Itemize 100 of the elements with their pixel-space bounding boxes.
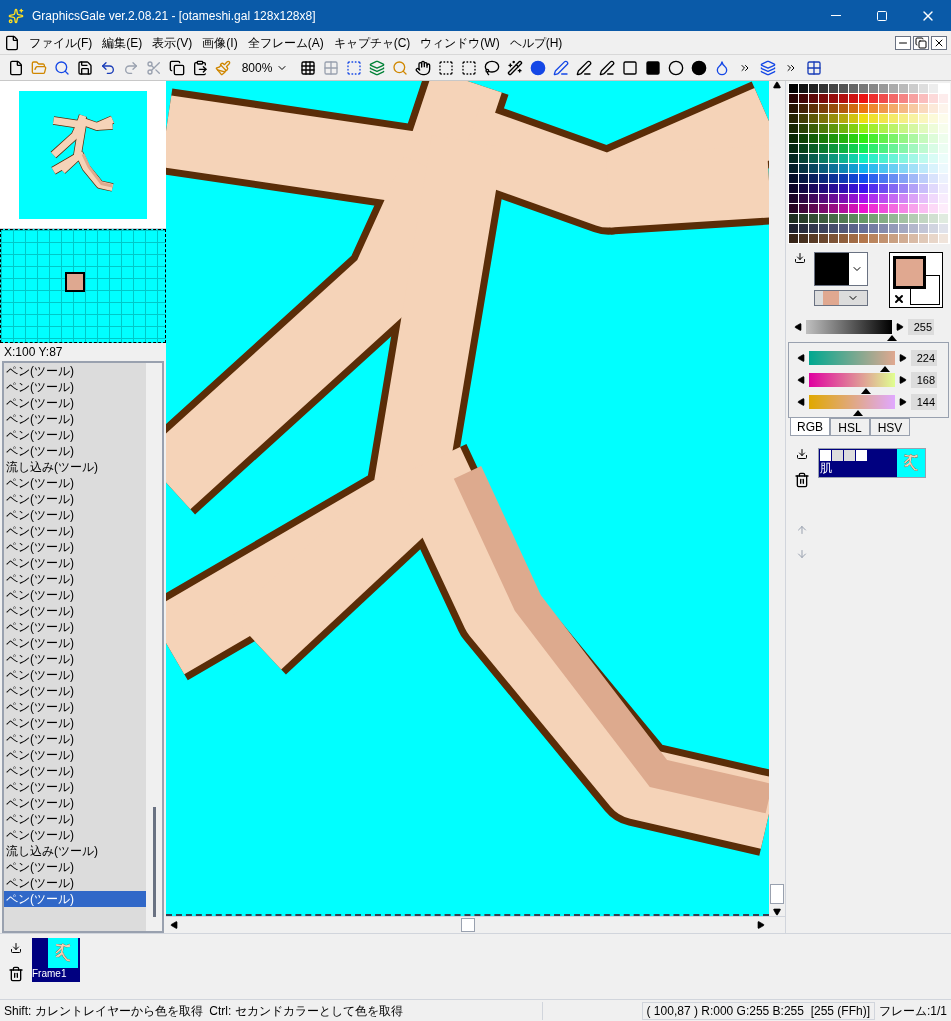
navigator-panel[interactable] (0, 229, 166, 343)
history-item[interactable]: ペン(ツール) (4, 523, 146, 539)
menu-item[interactable]: ウィンドウ(W) (415, 33, 505, 52)
scrollbar[interactable] (146, 363, 162, 931)
right-arrow-icon[interactable] (899, 398, 907, 406)
zoom-icon (391, 59, 408, 76)
pixel-info: ( 100,87 ) R:000 G:255 B:255 [255 (FFh)] (641, 1001, 875, 1020)
menu-item[interactable]: ヘルプ(H) (504, 33, 568, 52)
restore-button[interactable] (913, 35, 929, 50)
color-model-tab[interactable]: HSV (870, 418, 910, 436)
frame-counter: フレーム:1/1 (878, 1002, 948, 1020)
left-arrow-icon[interactable] (797, 398, 805, 406)
left-arrow-icon[interactable] (797, 354, 805, 362)
layer-item[interactable]: 肌 (818, 448, 926, 478)
scroll-thumb[interactable] (460, 918, 475, 932)
scroll-thumb[interactable] (770, 884, 784, 904)
download-icon[interactable] (796, 448, 808, 460)
left-arrow-icon[interactable] (797, 376, 805, 384)
slider-value: 168 (911, 371, 937, 389)
history-item[interactable]: ペン(ツール) (4, 475, 146, 491)
rectangle-icon (621, 59, 638, 76)
color-model-tab[interactable]: HSL (830, 418, 870, 436)
selection-grid-icon (345, 59, 362, 76)
history-item[interactable]: ペン(ツール) (4, 507, 146, 523)
menu-item[interactable]: 画像(I) (197, 33, 243, 52)
open-icon (30, 59, 47, 76)
color-model-tab[interactable]: RGB (790, 418, 830, 436)
history-item[interactable]: ペン(ツール) (4, 811, 146, 827)
history-item[interactable]: ペン(ツール) (4, 619, 146, 635)
history-item[interactable]: ペン(ツール) (4, 827, 146, 843)
close-button[interactable] (931, 35, 947, 50)
history-item[interactable]: ペン(ツール) (4, 795, 146, 811)
history-item[interactable]: ペン(ツール) (4, 571, 146, 587)
history-item[interactable]: ペン(ツール) (4, 411, 146, 427)
menu-item[interactable]: 表示(V) (147, 33, 198, 52)
right-arrow-icon[interactable] (899, 376, 907, 384)
history-item[interactable]: ペン(ツール) (4, 363, 146, 379)
zoom-dropdown[interactable]: 800% (238, 56, 292, 79)
history-item[interactable]: ペン(ツール) (4, 379, 146, 395)
history-item[interactable]: ペン(ツール) (4, 875, 146, 891)
history-item[interactable]: ペン(ツール) (4, 715, 146, 731)
history-item[interactable]: ペン(ツール) (4, 731, 146, 747)
color-mode-dropdown[interactable] (814, 290, 868, 306)
pen-icon (552, 59, 569, 76)
history-item[interactable]: ペン(ツール) (4, 635, 146, 651)
redo-icon (122, 59, 139, 76)
menu-item[interactable]: 編集(E) (97, 33, 148, 52)
maximize-icon (876, 9, 888, 22)
history-item[interactable]: ペン(ツール) (4, 491, 146, 507)
menu-item[interactable]: 全フレーム(A) (242, 33, 329, 52)
history-item[interactable]: ペン(ツール) (4, 859, 146, 875)
history-item[interactable]: ペン(ツール) (4, 699, 146, 715)
left-arrow-icon[interactable] (170, 921, 178, 929)
up-arrow-icon[interactable] (773, 81, 781, 89)
save-icon (76, 59, 93, 76)
right-arrow-icon[interactable] (896, 323, 904, 331)
scrollbar[interactable] (166, 916, 785, 933)
status-hint: Shift: カレントレイヤーから色を取得 Ctrl: セカンドカラーとして色を取得 (3, 1002, 404, 1020)
download-icon[interactable] (10, 942, 22, 954)
history-item[interactable]: ペン(ツール) (4, 395, 146, 411)
history-item[interactable]: ペン(ツール) (4, 651, 146, 667)
scroll-thumb[interactable] (152, 807, 156, 917)
minimize-button[interactable] (895, 35, 911, 50)
history-item[interactable]: ペン(ツール) (4, 667, 146, 683)
trash-icon[interactable] (794, 472, 810, 488)
history-item[interactable]: ペン(ツール) (4, 891, 146, 907)
history-item[interactable]: ペン(ツール) (4, 443, 146, 459)
down-arrow-icon[interactable] (773, 908, 781, 916)
history-item[interactable]: ペン(ツール) (4, 747, 146, 763)
history-item[interactable]: ペン(ツール) (4, 539, 146, 555)
lasso-icon (483, 59, 500, 76)
left-arrow-icon[interactable] (794, 323, 802, 331)
paste-icon (191, 59, 208, 76)
history-item[interactable]: ペン(ツール) (4, 603, 146, 619)
scrollbar[interactable] (769, 81, 785, 916)
history-item[interactable]: 流し込み(ツール) (4, 843, 146, 859)
frame-item[interactable]: Frame1 (32, 938, 80, 982)
swap-icon[interactable] (893, 293, 905, 305)
new-icon (7, 59, 24, 76)
history-item[interactable]: ペン(ツール) (4, 779, 146, 795)
history-item[interactable]: ペン(ツール) (4, 427, 146, 443)
menu-item[interactable]: キャプチャ(C) (328, 33, 416, 52)
undo-icon (99, 59, 116, 76)
history-item[interactable]: ペン(ツール) (4, 587, 146, 603)
fine-grid-icon (322, 59, 339, 76)
filled-ellipse-icon (690, 59, 707, 76)
trash-icon[interactable] (8, 966, 24, 982)
brush-size-dropdown[interactable] (814, 252, 868, 286)
history-item[interactable]: ペン(ツール) (4, 763, 146, 779)
right-arrow-icon[interactable] (757, 921, 765, 929)
download-icon[interactable] (794, 252, 806, 264)
color-preview[interactable] (889, 252, 943, 308)
color-palette-drawing[interactable] (788, 83, 950, 244)
menu-item[interactable]: ファイル(F) (24, 33, 98, 52)
history-item[interactable]: ペン(ツール) (4, 683, 146, 699)
history-item[interactable]: ペン(ツール) (4, 555, 146, 571)
slider-value: 144 (911, 393, 937, 411)
right-arrow-icon[interactable] (899, 354, 907, 362)
history-item[interactable]: 流し込み(ツール) (4, 459, 146, 475)
slider-value: 224 (911, 349, 937, 367)
